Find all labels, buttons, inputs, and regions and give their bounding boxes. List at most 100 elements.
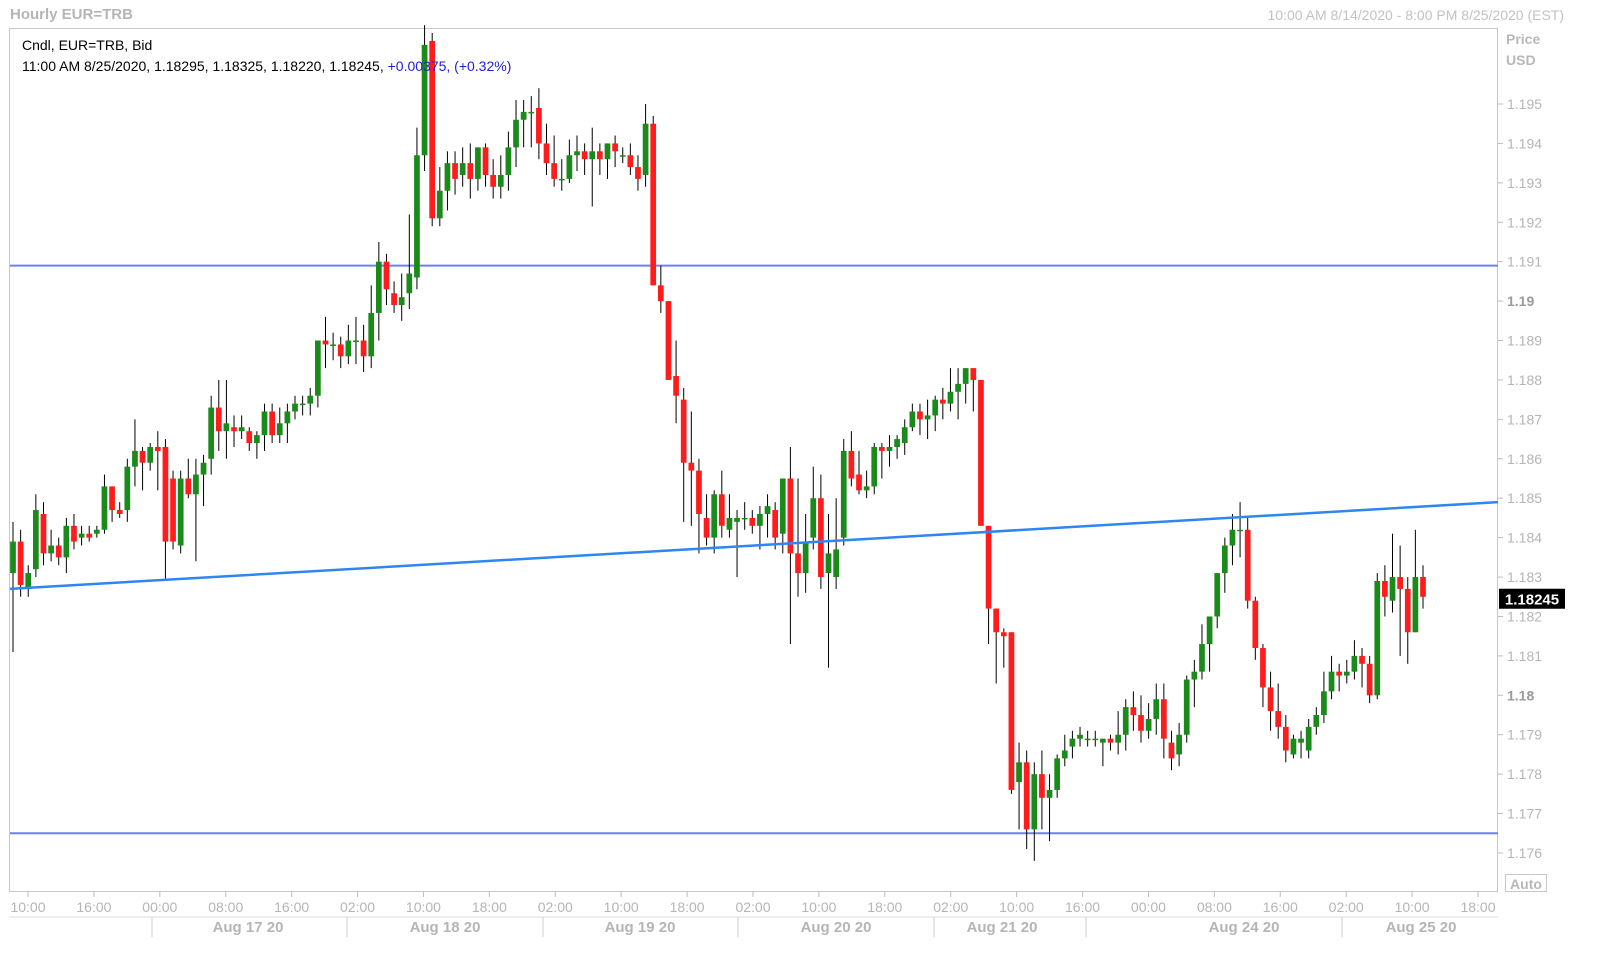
candle-body	[170, 478, 176, 542]
y-tick-label: 1.193	[1507, 175, 1542, 191]
x-tick-label: 02:00	[538, 899, 573, 915]
candle-body	[261, 411, 268, 436]
candle-body	[1092, 738, 1099, 741]
candle-body	[490, 174, 497, 187]
horizontal-lines	[10, 264, 1498, 835]
candle-body	[1397, 577, 1403, 589]
y-tick-label: 1.194	[1507, 135, 1542, 151]
x-tick-label: 00:00	[142, 899, 177, 915]
candle-body	[985, 525, 992, 609]
candle-body	[1221, 545, 1228, 574]
x-date-label: Aug 19 20	[605, 919, 676, 936]
candle-body	[1374, 580, 1381, 696]
candle-body	[1054, 758, 1061, 790]
candle-body	[375, 261, 382, 313]
candle-body	[1153, 699, 1160, 719]
candle-body	[345, 340, 352, 357]
candle-body	[947, 391, 954, 404]
candle-body	[825, 553, 832, 574]
candle-body	[147, 446, 154, 463]
candle-body	[1351, 655, 1358, 672]
candle-body	[1267, 687, 1274, 712]
candle-body	[1100, 738, 1106, 743]
candle-body	[436, 190, 443, 219]
x-tick-label: 08:00	[208, 899, 243, 915]
candle-body	[1237, 529, 1243, 532]
x-date-label: Aug 21 20	[967, 919, 1038, 936]
candle-body	[467, 163, 474, 179]
candle-body	[665, 301, 672, 380]
candle-body	[17, 541, 24, 585]
candle-body	[726, 517, 733, 530]
x-tick-label: 02:00	[735, 899, 770, 915]
candle-body	[1298, 738, 1304, 743]
x-date-label: Aug 25 20	[1386, 919, 1457, 936]
candle-body	[932, 399, 939, 416]
candle-body	[276, 423, 283, 436]
candle-body	[619, 155, 626, 157]
candle-body	[574, 151, 580, 156]
axis-ticks	[9, 103, 1503, 937]
candle-body	[795, 553, 801, 574]
candle-body	[863, 486, 870, 491]
x-tick-label: 16:00	[76, 899, 111, 915]
candle-body	[292, 403, 298, 412]
candle-body	[993, 608, 1000, 633]
candle-body	[1046, 789, 1053, 798]
candle-body	[757, 513, 763, 526]
candle-body	[459, 163, 466, 175]
x-tick-label: 18:00	[472, 899, 507, 915]
candle-body	[711, 494, 718, 538]
candle-body	[1366, 663, 1373, 696]
candle-body	[398, 297, 405, 306]
y-tick-label: 1.18	[1507, 687, 1534, 703]
candle-body	[414, 155, 420, 278]
x-tick-label: 18:00	[867, 899, 902, 915]
candle-body	[1161, 699, 1167, 739]
candle-body	[703, 517, 710, 538]
candle-body	[1328, 671, 1335, 692]
y-tick-label: 1.176	[1507, 845, 1542, 861]
candle-body	[162, 446, 169, 542]
candle-body	[269, 411, 275, 436]
candle-body	[208, 407, 215, 459]
auto-scale-button[interactable]: Auto	[1505, 874, 1547, 892]
candle-body	[1107, 738, 1114, 743]
candle-body	[879, 446, 885, 451]
candle-body	[642, 123, 649, 175]
y-tick-label: 1.192	[1507, 214, 1542, 230]
candle-body	[680, 399, 687, 463]
candle-body	[581, 151, 588, 160]
candle-body	[939, 399, 946, 404]
candle-body	[200, 462, 207, 475]
candle-body	[1420, 577, 1426, 597]
candlestick-chart[interactable]: 1.195 1.194 1.193 1.192 1.191 1.19 1.189 1.188 1…	[0, 0, 1600, 958]
candle-body	[223, 423, 230, 432]
candle-body	[520, 111, 527, 120]
candle-body	[627, 155, 634, 168]
y-tick-label: 1.19	[1507, 293, 1534, 309]
x-date-label: Aug 18 20	[410, 919, 481, 936]
x-tick-label: 02:00	[340, 899, 375, 915]
price-axis-label: Price USD	[1506, 29, 1540, 71]
y-tick-label: 1.179	[1507, 727, 1542, 743]
x-tick-label: 16:00	[1263, 899, 1298, 915]
candle-body	[894, 439, 900, 447]
candle-body	[604, 143, 611, 160]
candle-body	[139, 450, 146, 463]
x-tick-label: 18:00	[1460, 899, 1495, 915]
candle-body	[558, 178, 565, 181]
candle-body	[1343, 671, 1350, 676]
y-tick-label: 1.182	[1507, 608, 1542, 624]
candle-body	[924, 415, 931, 420]
candle-body	[673, 376, 679, 396]
x-tick-label: 00:00	[1131, 899, 1166, 915]
candle-body	[1176, 734, 1182, 755]
candle-body	[1183, 679, 1190, 735]
candle-body	[1016, 762, 1022, 783]
candle-body	[1039, 774, 1045, 798]
x-tick-label: 16:00	[274, 899, 309, 915]
candle-body	[635, 167, 641, 179]
candle-body	[322, 340, 329, 345]
candle-body	[246, 431, 253, 444]
